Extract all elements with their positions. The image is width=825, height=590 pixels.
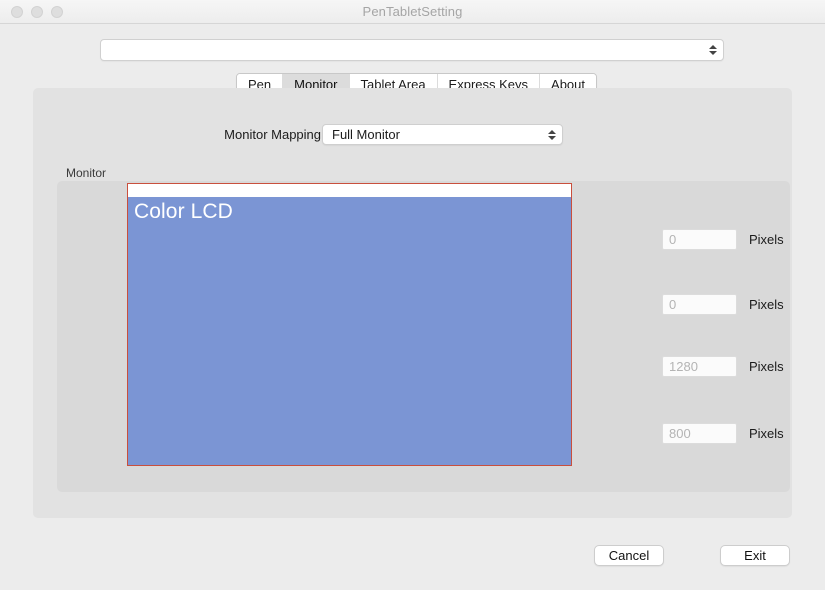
stepper-arrows-icon[interactable] [708, 42, 717, 58]
monitor-mapping-select[interactable]: Full Monitor [322, 124, 563, 145]
offset-x-value: 0 [669, 232, 677, 247]
monitor-preview-screen [128, 197, 571, 465]
height-y-input[interactable]: 800 [662, 423, 737, 444]
monitor-mapping-value: Full Monitor [332, 127, 400, 142]
width-x-unit: Pixels [749, 359, 784, 374]
window-title: PenTabletSetting [362, 4, 463, 19]
width-x-input[interactable]: 1280 [662, 356, 737, 377]
monitor-preview-menubar [128, 184, 571, 197]
window-titlebar: PenTabletSetting [0, 0, 825, 24]
offset-x-input[interactable]: 0 [662, 229, 737, 250]
monitor-display-name: Color LCD [134, 200, 233, 223]
monitor-tab-panel: Monitor Mapping Full Monitor Monitor Col… [33, 88, 792, 518]
height-y-unit: Pixels [749, 426, 784, 441]
device-selector-combobox[interactable] [100, 39, 724, 61]
exit-button[interactable]: Exit [720, 545, 790, 566]
offset-x-unit: Pixels [749, 232, 784, 247]
width-x-value: 1280 [669, 359, 698, 374]
monitor-preview[interactable]: Color LCD [127, 183, 572, 466]
stepper-arrows-icon[interactable] [547, 127, 556, 143]
offset-y-unit: Pixels [749, 297, 784, 312]
offset-y-value: 0 [669, 297, 677, 312]
pen-tablet-setting-window: PenTabletSetting Pen Monitor Tablet Area… [0, 0, 825, 590]
monitor-group-label: Monitor [66, 166, 107, 180]
height-y-value: 800 [669, 426, 691, 441]
monitor-mapping-label: Monitor Mapping [224, 127, 321, 142]
monitor-group-box: Color LCD Offset [X] 0 Pixels Offset [Y]… [57, 181, 790, 492]
cancel-button[interactable]: Cancel [594, 545, 664, 566]
offset-y-input[interactable]: 0 [662, 294, 737, 315]
